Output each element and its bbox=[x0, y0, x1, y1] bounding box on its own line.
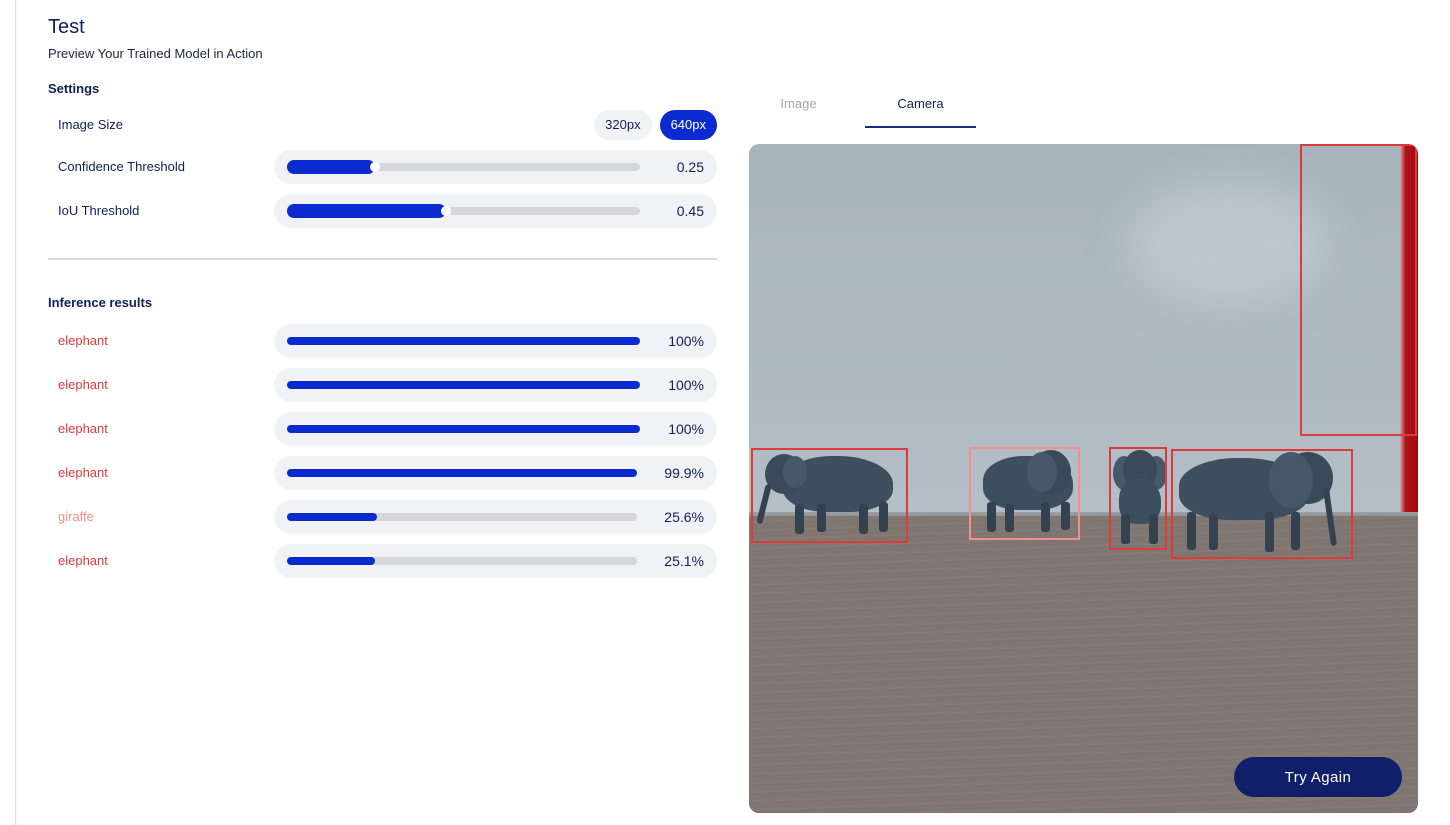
tab-image[interactable]: Image bbox=[743, 86, 854, 128]
result-track bbox=[287, 425, 640, 433]
detection-box bbox=[1109, 447, 1167, 550]
iou-label: IoU Threshold bbox=[58, 203, 140, 218]
result-row: elephant 25.1% bbox=[48, 544, 717, 578]
result-track bbox=[287, 469, 637, 477]
iou-handle[interactable] bbox=[440, 206, 451, 216]
page-title: Test bbox=[48, 16, 85, 38]
result-score: 25.6% bbox=[664, 509, 704, 525]
source-tabs: Image Camera bbox=[749, 86, 1418, 128]
result-row: elephant 99.9% bbox=[48, 456, 717, 490]
left-rail bbox=[0, 0, 16, 825]
image-size-toggle: 320px 640px bbox=[594, 110, 717, 140]
confidence-fill bbox=[287, 160, 376, 174]
result-score: 100% bbox=[668, 421, 704, 437]
iou-slider[interactable]: 0.45 bbox=[274, 194, 717, 228]
result-score: 100% bbox=[668, 377, 704, 393]
confidence-slider[interactable]: 0.25 bbox=[274, 150, 717, 184]
page-header: Test Preview Your Trained Model in Actio… bbox=[48, 16, 263, 62]
detection-box bbox=[969, 447, 1080, 540]
tab-camera[interactable]: Camera bbox=[865, 86, 976, 128]
result-fill bbox=[287, 557, 375, 565]
confidence-track[interactable] bbox=[287, 160, 640, 174]
image-size-row: Image Size 320px 640px bbox=[48, 108, 717, 142]
result-bar: 99.9% bbox=[274, 456, 717, 490]
result-row: elephant 100% bbox=[48, 412, 717, 446]
try-again-button[interactable]: Try Again bbox=[1234, 757, 1402, 797]
result-fill bbox=[287, 381, 640, 389]
page-subtitle: Preview Your Trained Model in Action bbox=[48, 46, 263, 61]
iou-fill bbox=[287, 204, 446, 218]
iou-track[interactable] bbox=[287, 204, 640, 218]
size-320-button[interactable]: 320px bbox=[594, 110, 652, 140]
detection-box bbox=[1171, 449, 1353, 559]
confidence-handle[interactable] bbox=[370, 162, 381, 172]
result-label: elephant bbox=[58, 553, 108, 568]
result-label: elephant bbox=[58, 465, 108, 480]
detection-box bbox=[751, 448, 908, 543]
result-fill bbox=[287, 469, 637, 477]
confidence-label: Confidence Threshold bbox=[58, 159, 185, 174]
confidence-value: 0.25 bbox=[676, 159, 704, 175]
result-label: elephant bbox=[58, 377, 108, 392]
result-row: elephant 100% bbox=[48, 324, 717, 358]
result-bar: 100% bbox=[274, 324, 717, 358]
result-track bbox=[287, 513, 637, 521]
image-size-label: Image Size bbox=[58, 117, 124, 132]
result-bar: 25.1% bbox=[274, 544, 717, 578]
result-label: giraffe bbox=[58, 509, 94, 524]
settings-divider bbox=[48, 258, 717, 260]
iou-value: 0.45 bbox=[676, 203, 704, 219]
result-fill bbox=[287, 337, 640, 345]
camera-preview: Try Again bbox=[749, 144, 1418, 813]
result-bar: 100% bbox=[274, 368, 717, 402]
detection-box bbox=[1300, 144, 1417, 436]
settings-heading: Settings bbox=[48, 81, 100, 96]
result-bar: 100% bbox=[274, 412, 717, 446]
result-bar: 25.6% bbox=[274, 500, 717, 534]
confidence-row: Confidence Threshold 0.25 bbox=[48, 150, 717, 184]
result-score: 99.9% bbox=[664, 465, 704, 481]
result-fill bbox=[287, 425, 640, 433]
size-640-button[interactable]: 640px bbox=[659, 110, 717, 140]
result-fill bbox=[287, 513, 377, 521]
result-score: 25.1% bbox=[664, 553, 704, 569]
result-track bbox=[287, 381, 640, 389]
results-heading: Inference results bbox=[48, 295, 153, 310]
result-label: elephant bbox=[58, 421, 108, 436]
result-row: giraffe 25.6% bbox=[48, 500, 717, 534]
wall-highlight bbox=[1129, 184, 1329, 304]
iou-row: IoU Threshold 0.45 bbox=[48, 194, 717, 228]
result-row: elephant 100% bbox=[48, 368, 717, 402]
result-label: elephant bbox=[58, 333, 108, 348]
result-score: 100% bbox=[668, 333, 704, 349]
result-track bbox=[287, 337, 640, 345]
result-track bbox=[287, 557, 637, 565]
